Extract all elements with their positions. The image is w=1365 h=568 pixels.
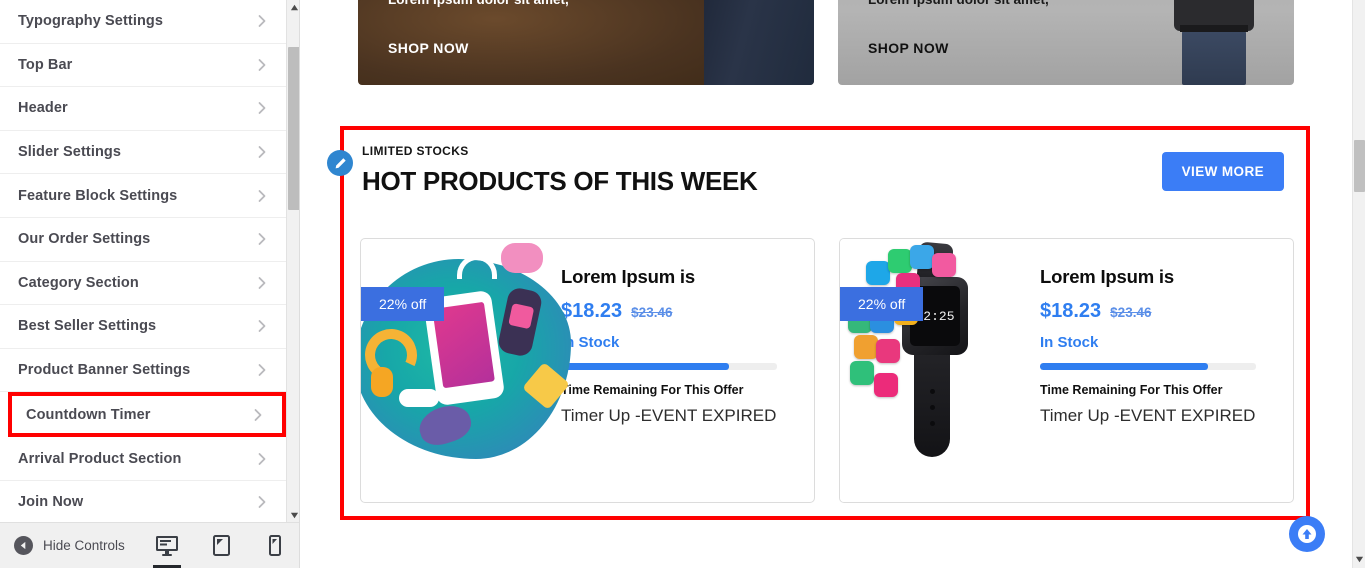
sidebar-footer-toolbar: Hide Controls	[0, 522, 299, 568]
chevron-right-icon	[254, 13, 270, 29]
sidebar-item-typography-settings[interactable]: Typography Settings	[0, 0, 286, 44]
chevron-right-icon	[254, 318, 270, 334]
sidebar-item-label: Countdown Timer	[26, 406, 151, 423]
smartwatch-illustration-icon: 12:25	[840, 239, 1040, 502]
chevron-right-icon	[254, 451, 270, 467]
page-scrollbar-thumb[interactable]	[1354, 140, 1365, 192]
stock-progress-fill	[1040, 363, 1209, 370]
chevron-right-icon	[254, 57, 270, 73]
product-title[interactable]: Lorem Ipsum is	[1040, 266, 1277, 288]
banner-model-image	[1166, 0, 1262, 85]
sidebar-item-label: Arrival Product Section	[18, 450, 182, 467]
sidebar-item-label: Slider Settings	[18, 144, 122, 161]
shop-now-link[interactable]: SHOP NOW	[388, 40, 469, 56]
sidebar-item-product-banner-settings[interactable]: Product Banner Settings	[0, 348, 286, 393]
sidebar-item-label: Category Section	[18, 274, 139, 291]
product-stock-status: In Stock	[1040, 334, 1099, 351]
sidebar-item-top-bar[interactable]: Top Bar	[0, 43, 286, 88]
sidebar-item-label: Join Now	[18, 494, 84, 511]
countdown-timer-section-highlight[interactable]: LIMITED STOCKS HOT PRODUCTS OF THIS WEEK…	[327, 126, 1310, 520]
stock-progress-bar	[561, 363, 777, 370]
product-image: 12:25 22% off	[840, 239, 1040, 502]
sidebar-item-header[interactable]: Header	[0, 87, 286, 131]
product-sale-price: $18.23	[561, 300, 623, 322]
sidebar-item-label: Feature Block Settings	[18, 187, 178, 204]
sidebar-item-best-seller-settings[interactable]: Best Seller Settings	[0, 305, 286, 349]
hide-controls-button[interactable]: Hide Controls	[14, 536, 125, 555]
sidebar-scrollbar[interactable]	[286, 0, 299, 522]
customizer-sidebar: Typography Settings Top Bar Header Slide…	[0, 0, 300, 568]
app-root: Typography Settings Top Bar Header Slide…	[0, 0, 1365, 568]
time-remaining-label: Time Remaining For This Offer	[561, 383, 744, 397]
sidebar-item-list: Typography Settings Top Bar Header Slide…	[0, 0, 286, 522]
product-title[interactable]: Lorem Ipsum is	[561, 266, 798, 288]
sidebar-item-label: Top Bar	[18, 56, 73, 73]
chevron-right-icon	[254, 231, 270, 247]
mobile-preview-icon[interactable]	[262, 530, 288, 562]
sidebar-item-label: Product Banner Settings	[18, 362, 191, 379]
discount-badge: 22% off	[840, 287, 924, 321]
product-card[interactable]: 12:25 22% off Lorem Ipsum is $18.23 $23.…	[839, 238, 1294, 503]
stock-progress-fill	[561, 363, 730, 370]
edit-pencil-icon[interactable]	[327, 150, 353, 176]
sidebar-item-label: Our Order Settings	[18, 231, 151, 248]
shop-now-link[interactable]: SHOP NOW	[868, 40, 949, 56]
chevron-right-icon	[254, 188, 270, 204]
banner-lorem-text: Lorem Ipsum dolor sit amet,	[388, 0, 569, 7]
sidebar-item-join-now[interactable]: Join Now	[0, 480, 286, 522]
sidebar-item-countdown-timer[interactable]: Countdown Timer	[8, 392, 286, 438]
sidebar-item-label: Header	[18, 100, 68, 117]
sidebar-item-category-section[interactable]: Category Section	[0, 261, 286, 306]
chevron-right-icon	[254, 362, 270, 378]
chevron-right-icon	[250, 407, 266, 423]
gadgets-illustration-icon	[361, 239, 571, 502]
tablet-preview-icon[interactable]	[208, 530, 234, 562]
collapse-left-icon	[14, 536, 33, 555]
sidebar-item-label: Typography Settings	[18, 13, 164, 30]
time-remaining-label: Time Remaining For This Offer	[1040, 383, 1223, 397]
product-price-row: $18.23 $23.46	[561, 300, 798, 323]
discount-badge: 22% off	[361, 287, 445, 321]
product-original-price: $23.46	[631, 305, 673, 320]
sidebar-item-feature-block-settings[interactable]: Feature Block Settings	[0, 174, 286, 218]
product-banner-1[interactable]: Lorem Ipsum dolor sit amet, SHOP NOW	[358, 0, 814, 85]
banner-jeans-image	[704, 0, 814, 85]
device-preview-switcher	[153, 530, 288, 568]
sidebar-item-our-order-settings[interactable]: Our Order Settings	[0, 217, 286, 262]
sidebar-item-slider-settings[interactable]: Slider Settings	[0, 130, 286, 175]
sidebar-item-label: Best Seller Settings	[18, 318, 157, 335]
hide-controls-label: Hide Controls	[43, 538, 125, 553]
product-details: Lorem Ipsum is $18.23 $23.46 In Stock Ti…	[561, 239, 814, 502]
scroll-up-arrow-icon[interactable]	[287, 0, 299, 14]
chevron-right-icon	[254, 144, 270, 160]
chevron-right-icon	[254, 494, 270, 510]
product-image: 22% off	[361, 239, 571, 502]
scroll-down-arrow-icon[interactable]	[287, 508, 299, 522]
stock-progress-bar	[1040, 363, 1256, 370]
view-more-button[interactable]: VIEW MORE	[1161, 152, 1284, 191]
product-card-list: 22% off Lorem Ipsum is $18.23 $23.46 In …	[360, 238, 1294, 503]
product-original-price: $23.46	[1110, 305, 1152, 320]
countdown-timer-text: Timer Up -EVENT EXPIRED	[561, 406, 777, 425]
desktop-preview-icon[interactable]	[153, 530, 181, 568]
sidebar-scrollbar-thumb[interactable]	[288, 47, 299, 210]
countdown-timer-text: Timer Up -EVENT EXPIRED	[1040, 406, 1256, 425]
product-price-row: $18.23 $23.46	[1040, 300, 1277, 323]
product-banner-2[interactable]: Lorem Ipsum dolor sit amet, SHOP NOW	[838, 0, 1294, 85]
page-scrollbar[interactable]	[1352, 0, 1365, 568]
site-preview-pane: Lorem Ipsum dolor sit amet, SHOP NOW Lor…	[300, 0, 1352, 568]
product-stock-status: In Stock	[561, 334, 620, 351]
scroll-to-top-button[interactable]	[1289, 516, 1325, 552]
scroll-down-arrow-icon[interactable]	[1353, 553, 1365, 566]
banner-lorem-text: Lorem Ipsum dolor sit amet,	[868, 0, 1049, 7]
product-sale-price: $18.23	[1040, 300, 1102, 322]
chevron-right-icon	[254, 100, 270, 116]
product-card[interactable]: 22% off Lorem Ipsum is $18.23 $23.46 In …	[360, 238, 815, 503]
sidebar-item-arrival-product-section[interactable]: Arrival Product Section	[0, 437, 286, 481]
product-details: Lorem Ipsum is $18.23 $23.46 In Stock Ti…	[1040, 239, 1293, 502]
chevron-right-icon	[254, 275, 270, 291]
